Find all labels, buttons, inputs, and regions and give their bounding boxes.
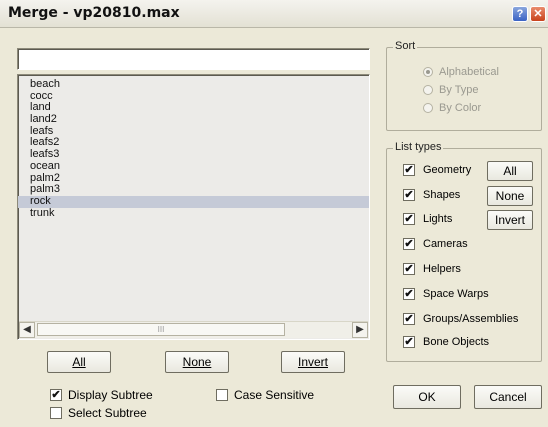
sort-by-color-radio[interactable]: By Color <box>423 102 481 114</box>
radio-icon <box>423 85 433 95</box>
display-subtree-label: Display Subtree <box>68 388 153 402</box>
checkbox-icon[interactable]: ✔ <box>403 263 415 275</box>
case-sensitive-checkbox[interactable]: Case Sensitive <box>216 388 314 402</box>
list-type-label: Lights <box>423 213 453 225</box>
list-type-cameras-checkbox[interactable]: ✔ Cameras <box>403 238 468 250</box>
case-sensitive-label: Case Sensitive <box>234 388 315 402</box>
select-subtree-label: Select Subtree <box>68 406 147 420</box>
list-type-groups-assemblies-checkbox[interactable]: ✔ Groups/Assemblies <box>403 313 518 325</box>
horizontal-scrollbar[interactable]: ◀ III ▶ <box>19 321 368 338</box>
sort-by-type-label: By Type <box>439 84 479 96</box>
list-types-invert-button[interactable]: Invert <box>487 210 533 230</box>
title-bar[interactable]: Merge - vp20810.max ? ✕ <box>0 0 548 28</box>
checkbox-icon[interactable]: ✔ <box>403 238 415 250</box>
scroll-right-icon[interactable]: ▶ <box>352 322 368 338</box>
list-item[interactable]: leafs <box>18 125 369 138</box>
list-item[interactable]: rock <box>18 195 369 208</box>
select-none-label: None <box>182 355 212 369</box>
scroll-left-icon[interactable]: ◀ <box>19 322 35 338</box>
select-none-button[interactable]: None <box>165 351 229 373</box>
list-item[interactable]: trunk <box>18 207 369 220</box>
list-item[interactable]: leafs2 <box>18 137 369 149</box>
ok-button[interactable]: OK <box>393 385 461 409</box>
list-type-label: Bone Objects <box>423 336 490 348</box>
list-type-label: Cameras <box>423 238 468 250</box>
list-type-lights-checkbox[interactable]: ✔ Lights <box>403 213 452 225</box>
radio-icon <box>423 103 433 113</box>
select-all-label: All <box>72 355 86 369</box>
select-all-button[interactable]: All <box>47 351 111 373</box>
list-type-geometry-checkbox[interactable]: ✔ Geometry <box>403 164 471 176</box>
checkbox-icon[interactable]: ✔ <box>403 313 415 325</box>
list-item[interactable]: palm2 <box>18 172 369 185</box>
sort-alphabetical-radio[interactable]: Alphabetical <box>423 66 499 78</box>
display-subtree-box[interactable]: ✔ <box>50 389 62 401</box>
sort-group-label: Sort <box>393 40 418 52</box>
checkbox-icon[interactable]: ✔ <box>403 288 415 300</box>
list-type-label: Shapes <box>423 189 461 201</box>
list-item[interactable]: cocc <box>18 90 369 103</box>
list-item[interactable]: land2 <box>18 113 369 126</box>
list-type-label: Space Warps <box>423 288 489 300</box>
list-item[interactable]: leafs3 <box>18 148 369 161</box>
case-sensitive-box[interactable] <box>216 389 228 401</box>
list-type-shapes-checkbox[interactable]: ✔ Shapes <box>403 189 460 201</box>
list-item[interactable]: land <box>18 102 369 114</box>
checkbox-icon[interactable]: ✔ <box>403 213 415 225</box>
sort-alphabetical-label: Alphabetical <box>439 66 499 78</box>
object-list[interactable]: beach cocc land land2 leafs leafs2 leafs3 ocean… <box>17 74 370 340</box>
radio-icon <box>423 67 433 77</box>
list-item[interactable]: beach <box>18 78 369 91</box>
list-item[interactable]: palm3 <box>18 183 369 196</box>
list-type-helpers-checkbox[interactable]: ✔ Helpers <box>403 263 461 275</box>
select-invert-button[interactable]: Invert <box>281 351 345 373</box>
sort-by-color-label: By Color <box>439 102 482 114</box>
window-title: Merge - vp20810.max <box>8 5 180 21</box>
list-types-none-button[interactable]: None <box>487 186 533 206</box>
help-button[interactable]: ? <box>512 6 528 22</box>
list-types-group-label: List types <box>393 141 444 153</box>
close-button[interactable]: ✕ <box>530 6 546 22</box>
display-subtree-checkbox[interactable]: ✔ Display Subtree <box>50 388 153 402</box>
list-types-all-button[interactable]: All <box>487 161 533 181</box>
list-type-label: Groups/Assemblies <box>423 313 519 325</box>
select-invert-label: Invert <box>297 355 328 369</box>
checkbox-icon[interactable]: ✔ <box>403 164 415 176</box>
list-type-bone-objects-checkbox[interactable]: ✔ Bone Objects <box>403 336 489 348</box>
checkbox-icon[interactable]: ✔ <box>403 336 415 348</box>
sort-by-type-radio[interactable]: By Type <box>423 84 479 96</box>
list-item[interactable]: ocean <box>18 160 369 173</box>
list-type-label: Geometry <box>423 164 472 176</box>
scroll-thumb[interactable]: III <box>37 323 285 336</box>
filter-input[interactable] <box>17 48 370 70</box>
list-type-label: Helpers <box>423 263 461 275</box>
select-subtree-box[interactable] <box>50 407 62 419</box>
cancel-button[interactable]: Cancel <box>474 385 542 409</box>
checkbox-icon[interactable]: ✔ <box>403 189 415 201</box>
sort-group: Sort Alphabetical By Type By Color <box>386 40 542 131</box>
list-types-group: List types ✔ Geometry ✔ Shapes ✔ Lights ✔ Camer… <box>386 141 542 362</box>
object-list-items: beach cocc land land2 leafs leafs2 leafs3 ocean… <box>18 78 369 220</box>
select-subtree-checkbox[interactable]: Select Subtree <box>50 406 147 420</box>
list-type-space-warps-checkbox[interactable]: ✔ Space Warps <box>403 288 489 300</box>
